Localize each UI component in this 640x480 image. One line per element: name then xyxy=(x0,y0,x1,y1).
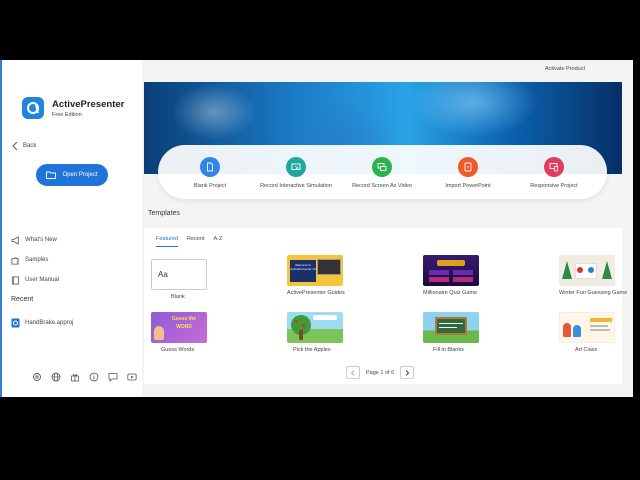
back-label: Back xyxy=(23,143,37,149)
template-thumbnail: Guess the WORD xyxy=(151,312,207,343)
template-thumbnail xyxy=(423,312,479,343)
import-powerpoint-button[interactable]: P Import PowerPoint xyxy=(423,157,513,189)
page-indicator: Page 1 of 6 xyxy=(366,369,395,376)
template-card-winter-fun[interactable]: Winter Fun Guessing Game xyxy=(559,255,629,297)
sidebar-item-whats-new[interactable]: What's New xyxy=(11,230,59,250)
sidebar-footer-icons xyxy=(31,371,138,383)
action-label: Record Screen As Video xyxy=(352,183,412,189)
next-page-button[interactable] xyxy=(400,366,415,379)
template-card-blank[interactable]: Aa Blank xyxy=(151,259,221,301)
book-icon xyxy=(11,275,20,285)
template-card-fill-in-blanks[interactable]: Fill in Blanks xyxy=(423,312,493,354)
template-thumbnail xyxy=(423,255,479,286)
template-name: Guess Words xyxy=(161,347,195,353)
youtube-icon[interactable] xyxy=(126,371,138,383)
puzzle-icon xyxy=(11,256,19,265)
template-name: ActivePresenter Guides xyxy=(287,290,345,296)
responsive-icon xyxy=(544,157,564,177)
megaphone-icon xyxy=(11,235,19,245)
activate-product-link[interactable]: Activate Product xyxy=(545,66,585,72)
quick-actions-bar: Blank Project Record Interactive Simulat… xyxy=(158,145,607,199)
template-card-guess-words[interactable]: Guess the WORD Guess Words xyxy=(151,312,221,354)
gift-icon[interactable] xyxy=(69,371,81,383)
action-label: Blank Project xyxy=(193,183,227,189)
tab-a-z[interactable]: A-Z xyxy=(213,236,222,247)
recent-item-label: HandBrake.approj xyxy=(25,320,74,326)
main-panel: Activate Product Blank Project Record In… xyxy=(142,60,633,397)
recent-heading: Recent xyxy=(11,296,34,303)
template-thumbnail: Aa xyxy=(151,259,207,290)
screen-record-icon xyxy=(372,157,392,177)
record-screen-video-button[interactable]: Record Screen As Video xyxy=(337,157,427,189)
open-project-label: Open Project xyxy=(62,172,98,178)
blank-project-button[interactable]: Blank Project xyxy=(165,157,255,189)
action-label: Import PowerPoint xyxy=(445,183,491,189)
template-name: Fill in Blanks xyxy=(433,347,464,353)
tab-featured[interactable]: Featured xyxy=(156,236,179,247)
chevron-left-icon xyxy=(12,142,18,150)
template-thumbnail xyxy=(559,255,615,286)
app-name: ActivePresenter xyxy=(52,99,125,110)
sidebar-item-label: User Manual xyxy=(25,277,60,283)
template-card-art-class[interactable]: Art Class xyxy=(559,312,629,354)
template-thumbnail xyxy=(559,312,615,343)
info-icon[interactable] xyxy=(88,371,100,383)
template-name: Millionaire Quiz Game xyxy=(423,290,478,296)
folder-icon xyxy=(46,171,57,179)
template-thumbnail xyxy=(287,312,343,343)
templates-heading: Templates xyxy=(148,210,180,217)
globe-icon[interactable] xyxy=(50,371,62,383)
tab-recent[interactable]: Recent xyxy=(187,236,204,247)
project-file-icon xyxy=(11,318,20,328)
sidebar: ActivePresenter Free Edition Back Open P… xyxy=(2,60,142,397)
template-name: Pick the Apples xyxy=(293,347,331,353)
guides-thumb-text: Welcome to ActivePresenter 10 xyxy=(290,263,316,271)
template-name: Art Class xyxy=(575,347,598,353)
blank-file-icon xyxy=(200,157,220,177)
back-button[interactable]: Back xyxy=(12,142,36,150)
powerpoint-icon: P xyxy=(458,157,478,177)
simulation-icon xyxy=(286,157,306,177)
feedback-icon[interactable] xyxy=(107,371,119,383)
template-card-millionaire-quiz[interactable]: Millionaire Quiz Game xyxy=(423,255,493,297)
sidebar-item-user-manual[interactable]: User Manual xyxy=(11,270,59,290)
template-thumbnail: Welcome to ActivePresenter 10 xyxy=(287,255,343,286)
open-project-button[interactable]: Open Project xyxy=(36,164,108,186)
app-edition: Free Edition xyxy=(52,112,82,118)
settings-icon[interactable] xyxy=(31,371,43,383)
action-label: Responsive Project xyxy=(530,183,578,189)
chevron-left-icon xyxy=(350,369,355,376)
start-screen-window: ActivePresenter Free Edition Back Open P… xyxy=(0,60,633,397)
templates-panel: Featured Recent A-Z Aa Blank Welcome to … xyxy=(144,228,627,384)
guess-words-thumb-text: Guess the WORD xyxy=(171,316,197,330)
template-name: Winter Fun Guessing Game xyxy=(559,290,628,296)
sidebar-item-label: What's New xyxy=(25,237,57,243)
sidebar-item-samples[interactable]: Samples xyxy=(11,250,59,270)
prev-page-button[interactable] xyxy=(346,366,360,379)
template-card-activepresenter-guides[interactable]: Welcome to ActivePresenter 10 ActivePres… xyxy=(287,255,357,297)
sidebar-item-label: Samples xyxy=(25,257,49,263)
template-card-pick-apples[interactable]: Pick the Apples xyxy=(287,312,357,354)
record-simulation-button[interactable]: Record Interactive Simulation xyxy=(251,157,341,189)
app-logo-icon xyxy=(22,97,44,119)
template-tabs: Featured Recent A-Z xyxy=(156,236,222,247)
action-label: Record Interactive Simulation xyxy=(260,183,332,189)
blank-thumb-text: Aa xyxy=(158,270,168,279)
svg-text:P: P xyxy=(467,166,469,170)
responsive-project-button[interactable]: Responsive Project xyxy=(509,157,599,189)
template-name: Blank xyxy=(171,294,185,300)
chevron-right-icon xyxy=(405,369,410,376)
recent-item[interactable]: HandBrake.approj xyxy=(11,318,73,328)
pagination: Page 1 of 6 xyxy=(346,366,415,379)
sidebar-links: What's New Samples User Manual xyxy=(11,230,59,290)
